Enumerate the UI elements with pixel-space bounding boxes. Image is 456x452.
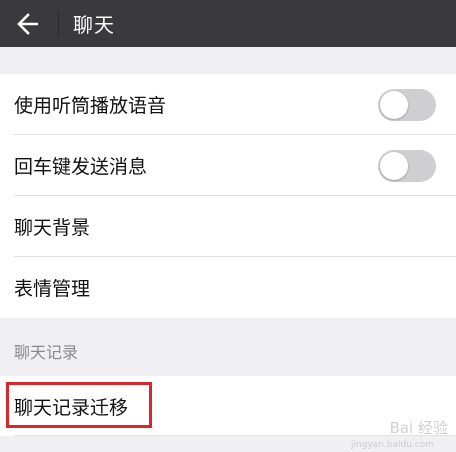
setting-label: 使用听筒播放语音 [14, 95, 167, 117]
divider [14, 435, 456, 436]
chat-settings-page: 聊天 使用听筒播放语音 回车键发送消息 聊天背景 表情管理 聊天记录 聊天记录迁… [0, 0, 456, 452]
toggle-knob [380, 151, 408, 180]
back-button[interactable] [0, 0, 56, 47]
chat-history-group: 聊天记录迁移 [0, 376, 456, 436]
earpiece-audio-toggle[interactable] [378, 88, 436, 121]
topbar-divider [58, 10, 59, 37]
top-bar: 聊天 [0, 0, 456, 47]
settings-group: 使用听筒播放语音 回车键发送消息 聊天背景 表情管理 [0, 74, 456, 318]
watermark-url: jingyan.baidu.com [350, 440, 434, 450]
setting-label: 表情管理 [14, 278, 91, 300]
toggle-knob [380, 90, 408, 119]
setting-chat-background[interactable]: 聊天背景 [0, 196, 456, 257]
setting-earpiece-audio[interactable]: 使用听筒播放语音 [0, 74, 456, 135]
setting-label: 聊天记录迁移 [14, 396, 129, 419]
section-header-chat-history: 聊天记录 [0, 326, 456, 376]
setting-enter-to-send[interactable]: 回车键发送消息 [0, 135, 456, 196]
enter-to-send-toggle[interactable] [378, 149, 436, 182]
setting-label: 回车键发送消息 [14, 156, 148, 178]
setting-chat-history-migration[interactable]: 聊天记录迁移 [0, 376, 456, 436]
arrow-left-icon [17, 12, 38, 35]
setting-sticker-management[interactable]: 表情管理 [0, 257, 456, 318]
page-title: 聊天 [73, 13, 115, 37]
setting-label: 聊天背景 [14, 217, 91, 239]
